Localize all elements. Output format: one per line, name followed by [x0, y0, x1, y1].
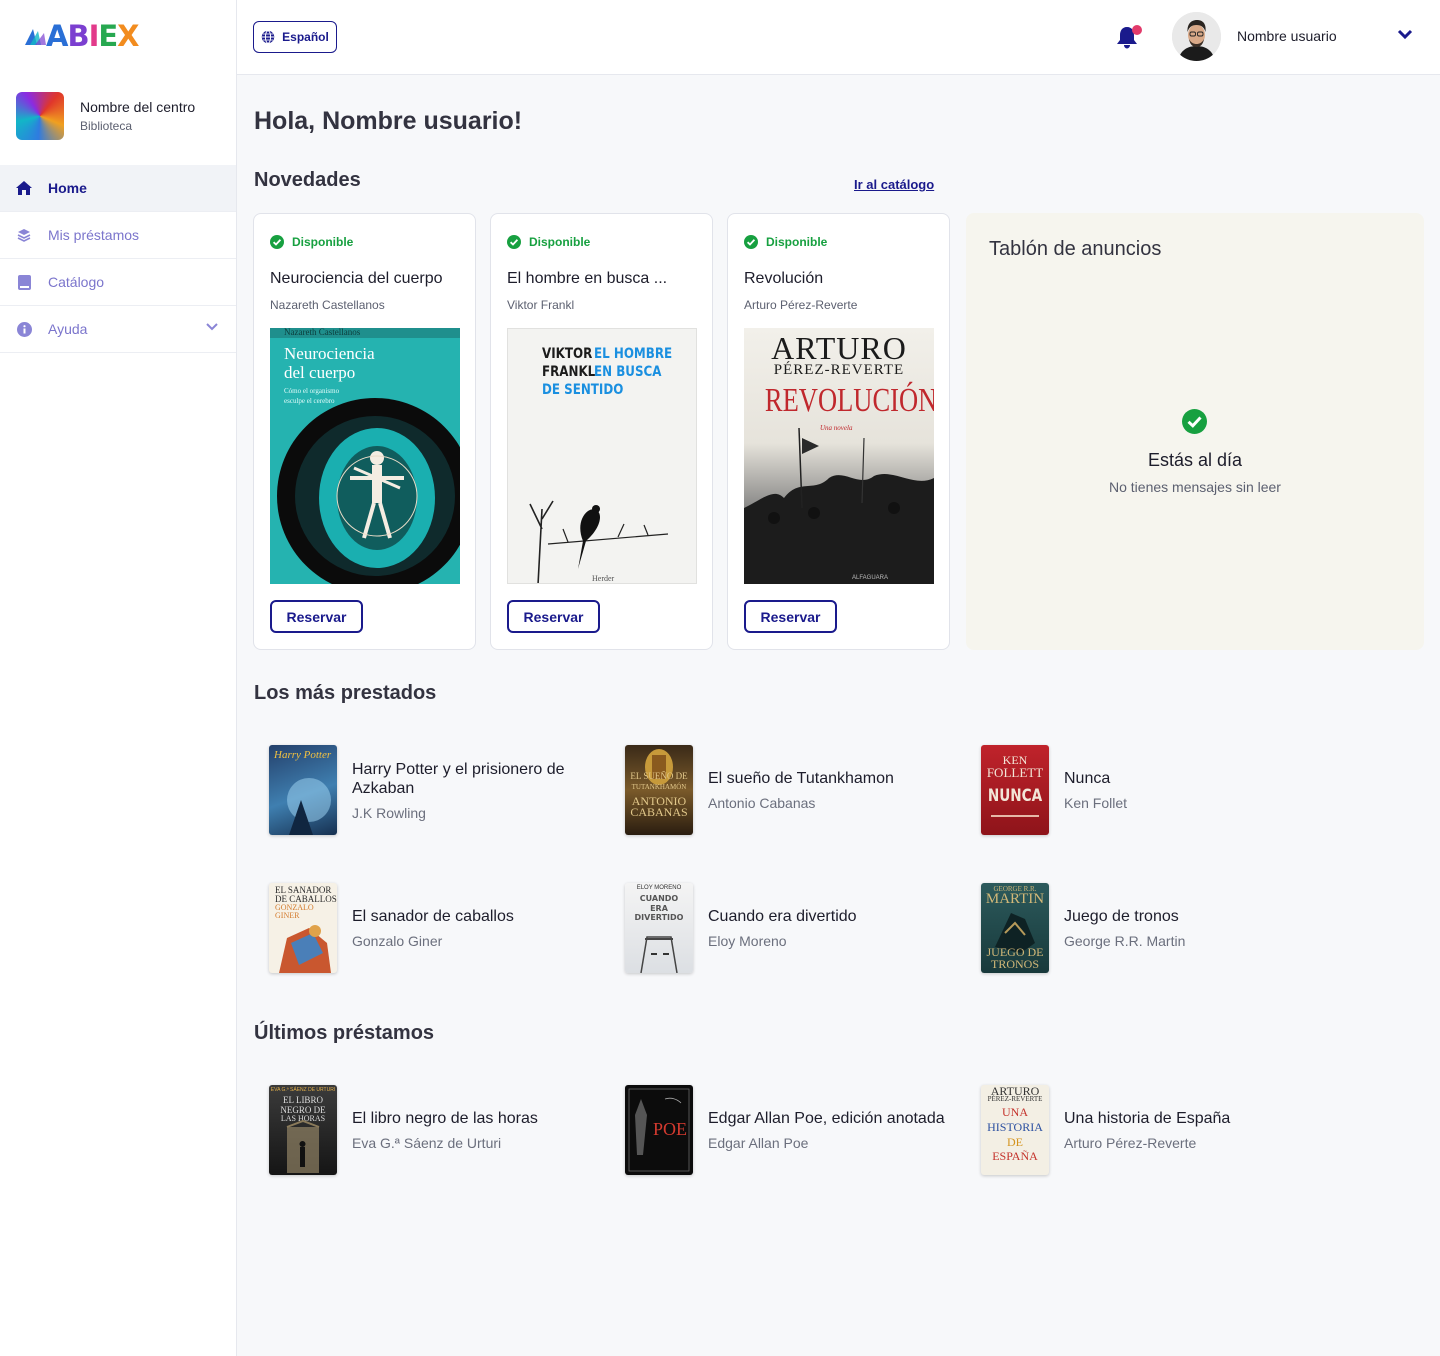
list-item[interactable]: Harry Potter Harry Potter y el prisioner… — [254, 745, 594, 835]
book-title: El libro negro de las horas — [352, 1110, 538, 1127]
book-cover: ARTURO PÉREZ-REVERTE UNA HISTORIA DE ESP… — [981, 1085, 1049, 1175]
book-title: Cuando era divertido — [708, 908, 857, 925]
book-title: El sanador de caballos — [352, 908, 514, 925]
board-title: Tablón de anuncios — [989, 238, 1162, 260]
sidebar-nav: Home Mis préstamos Catálogo Ayuda — [0, 165, 236, 353]
book-cover: EL SANADOR DE CABALLOS GONZALO GINER — [269, 883, 337, 973]
top-bar: Español Nombre usuario — [237, 0, 1440, 75]
book-author: Ken Follet — [1064, 795, 1128, 811]
section-title-most-borrowed: Los más prestados — [254, 682, 437, 704]
book-cover[interactable]: ARTURO PÉREZ-REVERTE REVOLUCIÓN Una nove… — [744, 328, 934, 584]
list-item[interactable]: EVA G.ª SÁENZ DE URTURI EL LIBRO NEGRO D… — [254, 1085, 594, 1175]
center-name: Nombre del centro — [80, 99, 196, 115]
reserve-button[interactable]: Reservar — [744, 600, 837, 633]
list-item[interactable]: ARTURO PÉREZ-REVERTE UNA HISTORIA DE ESP… — [966, 1085, 1306, 1175]
book-author: Nazareth Castellanos — [270, 298, 385, 312]
book-author: George R.R. Martin — [1064, 933, 1186, 949]
section-title-novedades: Novedades — [254, 169, 361, 191]
book-cover: GEORGE R.R. MARTIN JUEGO DE TRONOS — [981, 883, 1049, 973]
book-card: Disponible Neurociencia del cuerpo Nazar… — [253, 213, 476, 650]
globe-icon — [261, 30, 275, 44]
book-author: Eva G.ª Sáenz de Urturi — [352, 1135, 502, 1151]
sidebar-item-home[interactable]: Home — [0, 165, 236, 212]
list-item[interactable]: POE Edgar Allan Poe, edición anotada Edg… — [610, 1085, 950, 1175]
announcement-board: Tablón de anuncios Estás al día No tiene… — [966, 213, 1424, 650]
board-message: No tienes mensajes sin leer — [1109, 479, 1281, 495]
reserve-button[interactable]: Reservar — [270, 600, 363, 633]
sidebar-item-label: Mis préstamos — [48, 227, 140, 243]
abiex-logo[interactable]: ABIEX — [24, 18, 140, 54]
book-cover: ELOY MORENO CUANDO ERA DIVERTIDO — [625, 883, 693, 973]
book-title[interactable]: Neurociencia del cuerpo — [270, 270, 465, 288]
sidebar-item-label: Home — [48, 180, 87, 196]
book-title: Juego de tronos — [1064, 908, 1179, 925]
book-cover: POE — [625, 1085, 693, 1175]
chevron-down-icon[interactable] — [1397, 29, 1413, 40]
availability-badge: Disponible — [507, 235, 590, 249]
availability-badge: Disponible — [744, 235, 827, 249]
chevron-down-icon[interactable] — [206, 323, 218, 331]
language-label: Español — [282, 30, 329, 44]
book-author: Viktor Frankl — [507, 298, 575, 312]
sidebar-item-mis-prestamos[interactable]: Mis préstamos — [0, 212, 236, 259]
center-avatar — [16, 92, 64, 140]
book-cover: KEN FOLLETT NUNCA — [981, 745, 1049, 835]
book-author: Gonzalo Giner — [352, 933, 443, 949]
book-title: El sueño de Tutankhamon — [708, 770, 894, 787]
book-cover: Harry Potter — [269, 745, 337, 835]
book-title: Nunca — [1064, 770, 1111, 787]
book-title[interactable]: El hombre en busca ... — [507, 270, 702, 288]
book-title: Harry Potter y el prisionero de Azkaban — [352, 760, 565, 797]
book-cover[interactable]: VIKTOR FRANKL EL HOMBRE EN BUSCA DE SENT… — [507, 328, 697, 584]
catalog-link[interactable]: Ir al catálogo — [854, 177, 934, 192]
book-author: Arturo Pérez-Reverte — [1064, 1135, 1197, 1151]
book-cover[interactable]: Nazareth Castellanos Neurociencia del cu… — [270, 328, 460, 584]
language-button[interactable]: Español — [253, 21, 337, 53]
book-title: Edgar Allan Poe, edición anotada — [708, 1110, 945, 1127]
book-author: Antonio Cabanas — [708, 795, 816, 811]
check-circle-icon — [270, 235, 284, 249]
page-greeting: Hola, Nombre usuario! — [254, 107, 523, 135]
center-type: Biblioteca — [80, 119, 133, 133]
book-author: Arturo Pérez-Reverte — [744, 298, 858, 312]
board-status: Estás al día — [1147, 450, 1243, 470]
check-circle-icon — [744, 235, 758, 249]
list-item[interactable]: ELOY MORENO CUANDO ERA DIVERTIDO Cuando … — [610, 883, 950, 973]
book-card: Disponible Revolución Arturo Pérez-Rever… — [727, 213, 950, 650]
layers-icon — [16, 227, 32, 243]
book-title: Una historia de España — [1064, 1110, 1231, 1127]
book-card: Disponible El hombre en busca ... Viktor… — [490, 213, 713, 650]
list-item[interactable]: EL SUEÑO DE TUTANKHAMÓN ANTONIO CABANAS … — [610, 745, 950, 835]
sidebar: ABIEX Nombre del centro Biblioteca Home … — [0, 0, 237, 1356]
book-title[interactable]: Revolución — [744, 270, 939, 288]
book-cover: EVA G.ª SÁENZ DE URTURI EL LIBRO NEGRO D… — [269, 1085, 337, 1175]
user-avatar[interactable] — [1172, 12, 1221, 61]
book-author: Eloy Moreno — [708, 933, 787, 949]
book-author: J.K Rowling — [352, 804, 426, 821]
sidebar-item-catalogo[interactable]: Catálogo — [0, 259, 236, 306]
info-icon — [16, 321, 32, 337]
section-title-recent-loans: Últimos préstamos — [254, 1022, 435, 1044]
sidebar-item-label: Ayuda — [48, 321, 88, 337]
notifications-bell-icon[interactable] — [1115, 24, 1143, 50]
sidebar-item-ayuda[interactable]: Ayuda — [0, 306, 236, 353]
check-circle-icon — [1182, 409, 1207, 434]
reserve-button[interactable]: Reservar — [507, 600, 600, 633]
list-item[interactable]: GEORGE R.R. MARTIN JUEGO DE TRONOS Juego… — [966, 883, 1306, 973]
book-author: Edgar Allan Poe — [708, 1135, 809, 1151]
user-name[interactable]: Nombre usuario — [1237, 28, 1337, 44]
center-info: Nombre del centro Biblioteca — [16, 92, 195, 140]
check-circle-icon — [507, 235, 521, 249]
availability-badge: Disponible — [270, 235, 353, 249]
sidebar-item-label: Catálogo — [48, 274, 105, 290]
book-icon — [16, 274, 32, 290]
logo-text: ABIEX — [46, 19, 140, 53]
list-item[interactable]: EL SANADOR DE CABALLOS GONZALO GINER El … — [254, 883, 594, 973]
list-item[interactable]: KEN FOLLETT NUNCA Nunca Ken Follet — [966, 745, 1306, 835]
book-cover: EL SUEÑO DE TUTANKHAMÓN ANTONIO CABANAS — [625, 745, 693, 835]
home-icon — [16, 180, 32, 196]
